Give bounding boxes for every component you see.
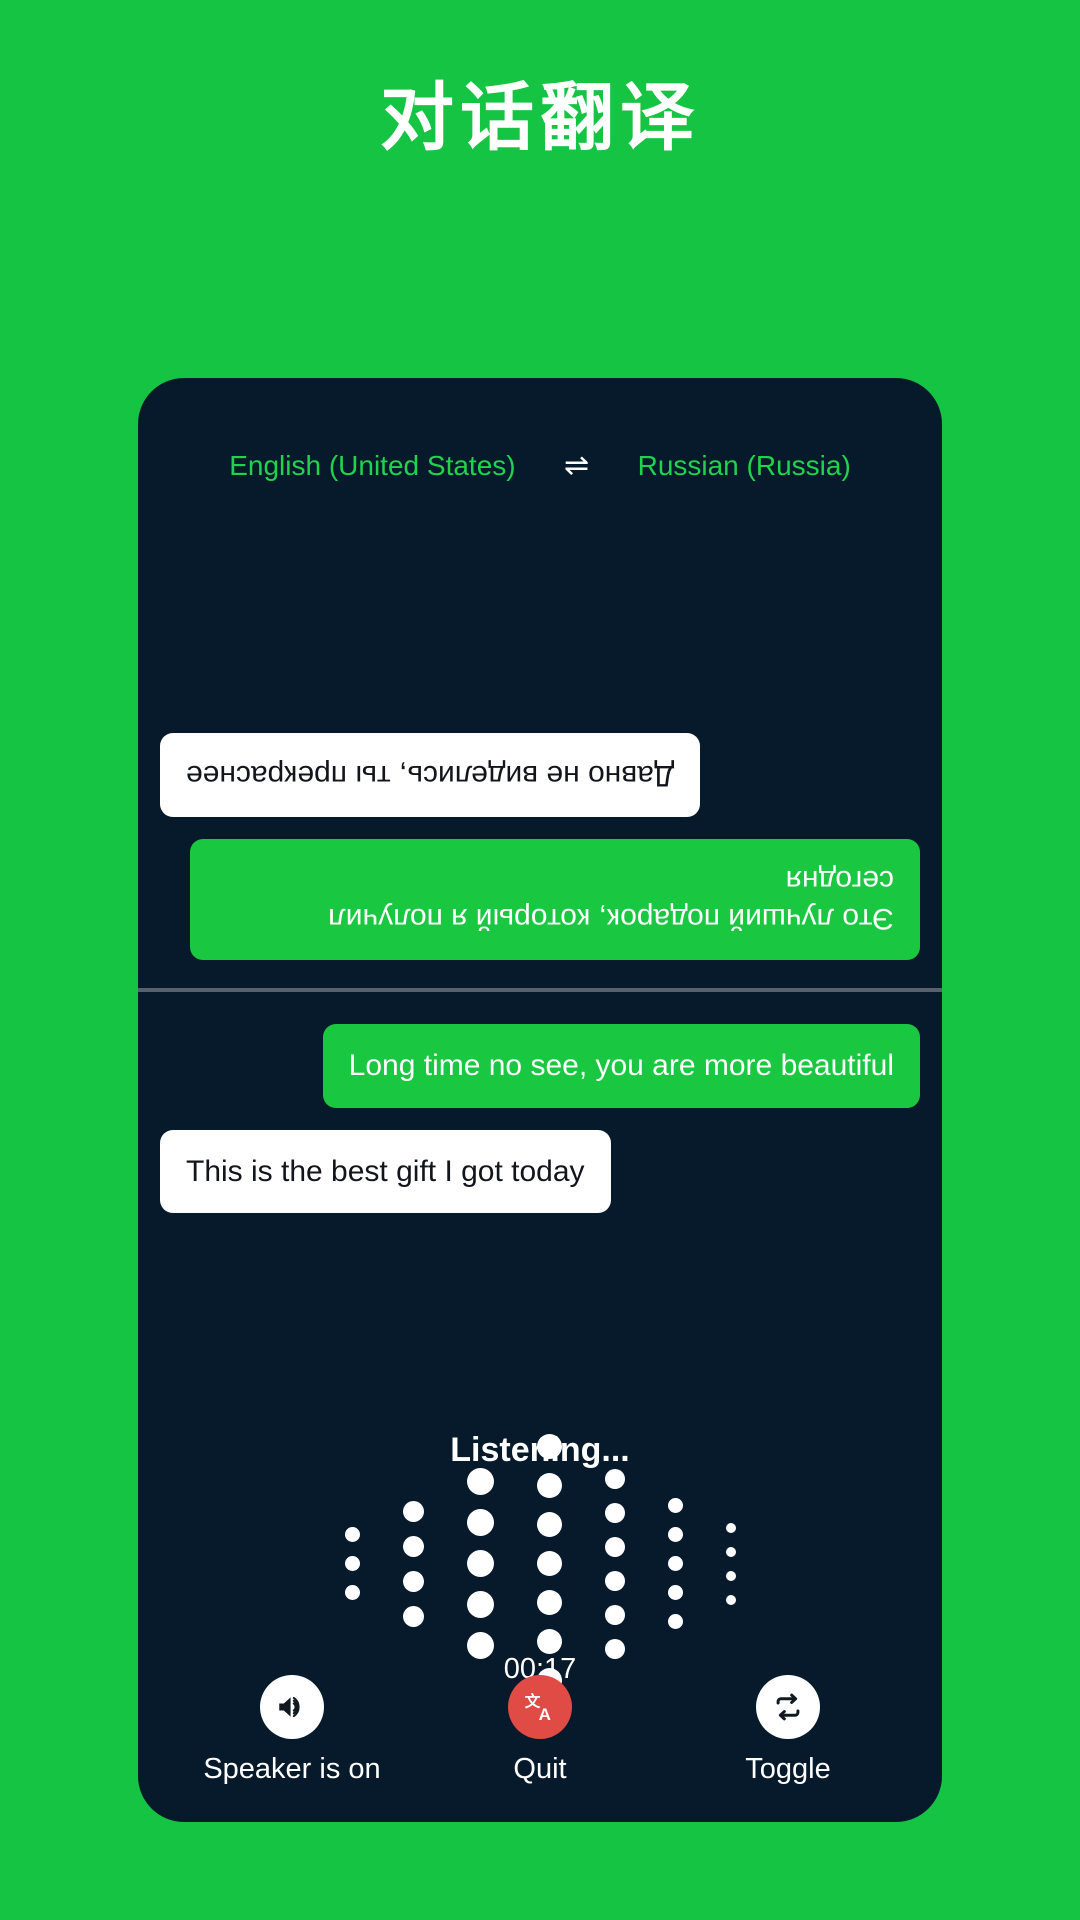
message-bubble[interactable]: This is the best gift I got today — [160, 1129, 611, 1213]
svg-text:A: A — [539, 1705, 551, 1724]
message-row: Long time no see, you are more beautiful — [160, 1024, 920, 1108]
target-language-label[interactable]: Russian (Russia) — [638, 450, 851, 482]
waveform-dot — [667, 1614, 683, 1629]
waveform-dot — [466, 1591, 494, 1618]
speaker-on-icon[interactable] — [260, 1675, 324, 1739]
page-title: 对话翻译 — [380, 75, 700, 161]
quit-button[interactable]: 文 A Quit — [425, 1675, 655, 1786]
audio-waveform — [138, 1434, 942, 1693]
phone-card: English (United States) ⇌ Russian (Russi… — [138, 378, 942, 1822]
waveform-dot — [536, 1512, 562, 1537]
waveform-dot — [536, 1629, 562, 1654]
translate-icon[interactable]: 文A — [508, 1675, 572, 1739]
waveform-dot — [604, 1570, 625, 1591]
waveform-dot — [466, 1550, 494, 1577]
waveform-dot — [536, 1551, 562, 1576]
local-conversation-pane: Long time no see, you are more beautiful… — [138, 998, 942, 1418]
waveform-dot — [725, 1570, 736, 1581]
waveform-dot — [725, 1522, 736, 1533]
message-row: Давно не виделись, ты прекраснее — [160, 733, 920, 817]
waveform-dot — [536, 1473, 562, 1498]
waveform-dot — [667, 1556, 683, 1571]
source-language-label[interactable]: English (United States) — [229, 450, 515, 482]
message-bubble[interactable]: Это лучший подарок, который я получил се… — [190, 839, 920, 960]
waveform-dot — [667, 1498, 683, 1513]
waveform-dot — [667, 1585, 683, 1600]
waveform-dot — [344, 1527, 360, 1542]
waveform-dot — [667, 1527, 683, 1542]
repeat-swap-icon[interactable] — [756, 1675, 820, 1739]
waveform-dot — [466, 1468, 494, 1495]
quit-button-label: Quit — [513, 1753, 567, 1785]
waveform-dot — [725, 1546, 736, 1557]
waveform-dot — [344, 1585, 360, 1600]
waveform-column — [725, 1522, 736, 1605]
waveform-dot — [536, 1434, 562, 1459]
waveform-dot — [604, 1536, 625, 1557]
pane-divider — [138, 988, 942, 992]
waveform-dot — [344, 1556, 360, 1571]
message-bubble[interactable]: Давно не виделись, ты прекраснее — [160, 733, 701, 817]
remote-conversation-pane: Это лучший подарок, который я получил се… — [138, 508, 942, 986]
waveform-dot — [402, 1570, 424, 1592]
language-bar: English (United States) ⇌ Russian (Russi… — [138, 450, 942, 482]
message-row: Это лучший подарок, который я получил се… — [160, 839, 920, 960]
toggle-button[interactable]: Toggle — [673, 1675, 903, 1786]
waveform-dot — [402, 1605, 424, 1627]
waveform-column — [466, 1468, 494, 1659]
waveform-column — [604, 1468, 625, 1659]
waveform-dot — [604, 1468, 625, 1489]
message-row: This is the best gift I got today — [160, 1129, 920, 1213]
swap-horizontal-icon[interactable]: ⇌ — [556, 451, 598, 481]
waveform-dot — [604, 1604, 625, 1625]
toggle-button-label: Toggle — [745, 1753, 831, 1785]
waveform-dot — [604, 1502, 625, 1523]
waveform-dot — [402, 1535, 424, 1557]
speaker-button[interactable]: Speaker is on — [177, 1675, 407, 1786]
waveform-column — [344, 1527, 360, 1600]
waveform-dot — [536, 1590, 562, 1615]
waveform-column — [667, 1498, 683, 1629]
waveform-column — [402, 1500, 424, 1627]
message-bubble[interactable]: Long time no see, you are more beautiful — [322, 1024, 920, 1108]
waveform-dot — [725, 1594, 736, 1605]
waveform-dot — [466, 1509, 494, 1536]
speaker-button-label: Speaker is on — [203, 1753, 381, 1785]
action-bar: Speaker is on 文 A Quit Toggle — [138, 1675, 942, 1786]
waveform-dot — [402, 1500, 424, 1522]
